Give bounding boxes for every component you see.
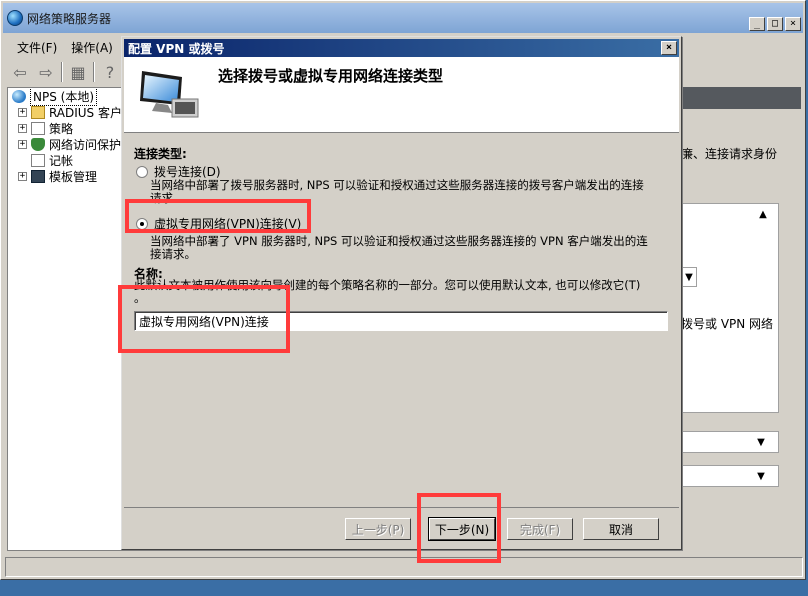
chevron-down-icon[interactable]: ▼ bbox=[751, 467, 771, 485]
status-bar bbox=[5, 557, 803, 577]
maximize-button[interactable]: □ bbox=[767, 17, 783, 31]
highlight-box-vpn-option bbox=[125, 199, 311, 233]
cancel-button[interactable]: 取消 bbox=[583, 518, 659, 540]
collapse-arrow-icon[interactable]: ▲ bbox=[753, 205, 773, 223]
menu-file[interactable]: 文件(F) bbox=[17, 39, 57, 56]
details-text: 拨号或 VPN 网络 bbox=[681, 317, 774, 331]
toolbar-separator bbox=[93, 62, 95, 82]
dialog-title: 配置 VPN 或拨号 bbox=[128, 41, 225, 56]
tree-item-label: 模板管理 bbox=[49, 169, 98, 184]
details-text: 廉、连接请求身份 bbox=[681, 147, 778, 161]
details-panel bbox=[681, 203, 779, 413]
back-button-label: 上一步(P) bbox=[351, 522, 405, 537]
menu-action[interactable]: 操作(A) bbox=[71, 39, 113, 56]
finish-button-label: 完成(F) bbox=[519, 522, 561, 537]
details-header bbox=[681, 87, 801, 109]
description-line: 当网络中部署了拨号服务器时, NPS 可以验证和授权通过这些服务器连接的拨号客户… bbox=[150, 178, 644, 192]
description-line: 当网络中部署了 VPN 服务器时, NPS 可以验证和授权通过这些服务器连接的 … bbox=[150, 234, 648, 248]
finish-button[interactable]: 完成(F) bbox=[507, 518, 573, 540]
menubar: 文件(F) 操作(A) bbox=[3, 37, 113, 57]
monitor-icon bbox=[31, 169, 45, 183]
chevron-down-icon[interactable]: ▼ bbox=[679, 268, 699, 286]
expand-icon[interactable]: + bbox=[18, 123, 27, 133]
folder-icon bbox=[30, 105, 45, 119]
dialog-header: 选择拨号或虚拟专用网络连接类型 bbox=[124, 57, 679, 133]
dialog-heading: 选择拨号或虚拟专用网络连接类型 bbox=[218, 67, 444, 85]
nps-app-icon bbox=[7, 10, 23, 26]
minimize-button[interactable]: _ bbox=[749, 17, 765, 31]
toolbar: ⇦ ⇨ ▦ ? bbox=[3, 59, 123, 85]
connection-type-label: 连接类型: bbox=[134, 147, 187, 161]
tree-item-radius[interactable]: + RADIUS 客户 bbox=[8, 104, 122, 120]
document-icon bbox=[31, 121, 45, 135]
console-tree: NPS (本地) + RADIUS 客户 + 策略 + 网络访问保护 记帐 + … bbox=[7, 87, 123, 551]
tree-item-nap[interactable]: + 网络访问保护 bbox=[8, 136, 122, 152]
dialog-close-button[interactable]: × bbox=[661, 41, 677, 55]
globe-icon bbox=[12, 89, 26, 103]
tree-item-accounting[interactable]: 记帐 bbox=[8, 152, 122, 168]
tree-item-nps[interactable]: NPS (本地) bbox=[8, 88, 122, 106]
close-button[interactable]: × bbox=[785, 17, 801, 31]
main-title: 网络策略服务器 bbox=[27, 11, 112, 26]
highlight-box-next-button bbox=[417, 493, 501, 563]
dialup-radio[interactable] bbox=[136, 165, 148, 178]
expand-icon[interactable]: + bbox=[18, 107, 27, 117]
forward-arrow-icon[interactable]: ⇨ bbox=[35, 62, 57, 82]
highlight-box-name-field bbox=[118, 285, 290, 353]
console-tree-icon[interactable]: ▦ bbox=[67, 62, 89, 82]
back-arrow-icon[interactable]: ⇦ bbox=[9, 62, 31, 82]
dialog-button-bar: 上一步(P) 下一步(N) 完成(F) 取消 bbox=[124, 507, 679, 547]
main-titlebar: 网络策略服务器 _ □ × bbox=[3, 3, 803, 33]
description-line: 接请求。 bbox=[150, 247, 196, 261]
details-pane: 廉、连接请求身份 ▲ ▼ 拨号或 VPN 网络 ▼ ▼ bbox=[681, 87, 801, 551]
dialog-titlebar: 配置 VPN 或拨号 × bbox=[124, 39, 679, 57]
document-icon bbox=[31, 153, 45, 167]
tree-item-label: 策略 bbox=[49, 121, 74, 136]
vpn-description: 当网络中部署了 VPN 服务器时, NPS 可以验证和授权通过这些服务器连接的 … bbox=[150, 235, 648, 261]
expand-icon[interactable]: + bbox=[18, 171, 27, 181]
tree-item-label: 记帐 bbox=[49, 153, 74, 168]
tree-item-label: 网络访问保护 bbox=[49, 137, 122, 152]
toolbar-separator bbox=[61, 62, 63, 82]
back-button[interactable]: 上一步(P) bbox=[345, 518, 411, 540]
tree-item-templates[interactable]: + 模板管理 bbox=[8, 168, 122, 184]
shield-icon bbox=[31, 137, 45, 151]
expand-icon[interactable]: + bbox=[18, 139, 27, 149]
help-icon[interactable]: ? bbox=[99, 62, 121, 82]
chevron-down-icon[interactable]: ▼ bbox=[751, 433, 771, 451]
tree-item-label: RADIUS 客户 bbox=[48, 105, 122, 120]
cancel-button-label: 取消 bbox=[608, 522, 633, 537]
window-controls: _ □ × bbox=[749, 17, 801, 31]
computer-monitor-icon bbox=[140, 71, 199, 118]
tree-item-policies[interactable]: + 策略 bbox=[8, 120, 122, 136]
